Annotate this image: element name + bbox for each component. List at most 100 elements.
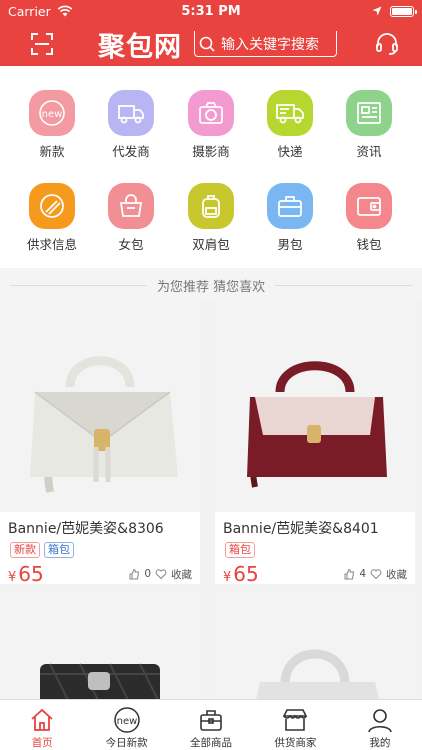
category-grid: new 新款 代发商 摄影商 快递 资讯 供求信息 女包 双肩包 男包 钱包 bbox=[0, 66, 422, 268]
heart-icon[interactable] bbox=[155, 568, 167, 580]
category-label: 钱包 bbox=[356, 237, 382, 252]
svg-text:new: new bbox=[116, 716, 137, 727]
search-icon bbox=[199, 36, 215, 52]
category-backpacks[interactable]: 双肩包 bbox=[176, 183, 246, 253]
like-count: 4 bbox=[359, 568, 366, 580]
carrier-label: Carrier bbox=[8, 3, 51, 19]
favorite-label[interactable]: 收藏 bbox=[386, 567, 407, 582]
product-card[interactable] bbox=[0, 592, 200, 699]
headset-icon bbox=[376, 33, 398, 55]
delivery-truck-icon bbox=[267, 90, 313, 136]
search-placeholder: 输入关键字搜索 bbox=[221, 36, 319, 53]
category-label: 摄影商 bbox=[192, 144, 230, 159]
tab-suppliers[interactable]: 供货商家 bbox=[253, 700, 337, 750]
product-tag: 新款 bbox=[10, 542, 40, 558]
divider bbox=[275, 284, 413, 286]
tab-profile[interactable]: 我的 bbox=[338, 700, 422, 750]
category-express[interactable]: 快递 bbox=[255, 90, 325, 160]
category-dropshipper[interactable]: 代发商 bbox=[96, 90, 166, 160]
like-count: 0 bbox=[144, 568, 151, 580]
category-label: 男包 bbox=[277, 237, 303, 252]
tab-label: 全部商品 bbox=[190, 737, 233, 749]
product-footer: ¥65 0 收藏 bbox=[0, 562, 200, 584]
wallet-icon bbox=[346, 183, 392, 229]
camera-icon bbox=[188, 90, 234, 136]
user-icon bbox=[368, 709, 392, 733]
tab-all-products[interactable]: 全部商品 bbox=[169, 700, 253, 750]
product-meta: 4 收藏 bbox=[343, 567, 407, 582]
briefcase-icon bbox=[267, 183, 313, 229]
category-women-bags[interactable]: 女包 bbox=[96, 183, 166, 253]
product-tag: 箱包 bbox=[44, 542, 74, 558]
heart-icon[interactable] bbox=[370, 568, 382, 580]
product-price: ¥65 bbox=[223, 562, 259, 584]
location-arrow-icon bbox=[372, 6, 382, 16]
product-tags: 箱包 bbox=[215, 542, 415, 558]
tab-label: 我的 bbox=[369, 737, 391, 749]
nav-bar: 聚包网 输入关键字搜索 bbox=[0, 22, 422, 66]
currency-symbol: ¥ bbox=[8, 570, 17, 584]
search-input[interactable]: 输入关键字搜索 bbox=[194, 31, 337, 57]
backpack-icon bbox=[188, 183, 234, 229]
pencil-icon bbox=[29, 183, 75, 229]
price-value: 65 bbox=[18, 562, 44, 584]
tab-label: 今日新款 bbox=[105, 737, 148, 749]
tab-home[interactable]: 首页 bbox=[0, 700, 84, 750]
svg-text:new: new bbox=[42, 109, 63, 120]
scan-icon bbox=[31, 33, 53, 55]
scan-button[interactable] bbox=[26, 28, 58, 60]
thumbs-up-icon[interactable] bbox=[128, 568, 140, 580]
wifi-icon bbox=[57, 5, 73, 17]
tab-label: 首页 bbox=[31, 737, 53, 749]
product-price: ¥65 bbox=[8, 562, 44, 584]
product-footer: ¥65 4 收藏 bbox=[215, 562, 415, 584]
product-image bbox=[0, 592, 200, 699]
category-men-bags[interactable]: 男包 bbox=[255, 183, 325, 253]
category-label: 供求信息 bbox=[26, 237, 77, 252]
recommend-section-header: 为您推荐 猜您喜欢 bbox=[0, 268, 422, 302]
truck-icon bbox=[108, 90, 154, 136]
box-icon bbox=[200, 710, 222, 731]
home-icon bbox=[31, 708, 53, 731]
product-card[interactable] bbox=[215, 592, 415, 699]
category-label: 双肩包 bbox=[192, 237, 230, 252]
product-image bbox=[0, 302, 200, 512]
product-tags: 新款 箱包 bbox=[0, 542, 200, 558]
new-badge-icon: new bbox=[113, 707, 140, 733]
product-card[interactable]: Bannie/芭妮美姿&8401 箱包 ¥65 4 收藏 bbox=[215, 302, 415, 584]
product-image bbox=[215, 592, 415, 699]
tab-new-arrivals[interactable]: new 今日新款 bbox=[84, 700, 168, 750]
status-right bbox=[264, 5, 417, 17]
battery-icon bbox=[390, 5, 417, 17]
store-icon bbox=[283, 709, 308, 731]
category-photographer[interactable]: 摄影商 bbox=[176, 90, 246, 160]
status-bar: Carrier 5:31 PM bbox=[0, 0, 422, 22]
status-time: 5:31 PM bbox=[181, 3, 241, 19]
category-supply-demand[interactable]: 供求信息 bbox=[17, 183, 87, 253]
product-title: Bannie/芭妮美姿&8306 bbox=[8, 521, 164, 537]
product-image bbox=[215, 302, 415, 512]
handbag-icon bbox=[108, 183, 154, 229]
category-label: 女包 bbox=[118, 237, 144, 252]
category-news[interactable]: 资讯 bbox=[334, 90, 404, 160]
category-label: 新款 bbox=[39, 144, 65, 159]
price-value: 65 bbox=[233, 562, 259, 584]
customer-service-button[interactable] bbox=[372, 29, 402, 59]
category-new[interactable]: new 新款 bbox=[17, 90, 87, 160]
currency-symbol: ¥ bbox=[223, 570, 232, 584]
category-label: 资讯 bbox=[356, 144, 382, 159]
category-label: 代发商 bbox=[112, 144, 150, 159]
product-card[interactable]: Bannie/芭妮美姿&8306 新款 箱包 ¥65 0 收藏 bbox=[0, 302, 200, 584]
tab-label: 供货商家 bbox=[274, 737, 317, 749]
tab-bar: 首页 new 今日新款 全部商品 供货商家 我的 bbox=[0, 699, 422, 750]
app-header: Carrier 5:31 PM 聚包网 输入关键字搜索 bbox=[0, 0, 422, 66]
thumbs-up-icon[interactable] bbox=[343, 568, 355, 580]
product-title: Bannie/芭妮美姿&8401 bbox=[223, 521, 379, 537]
newspaper-icon bbox=[346, 90, 392, 136]
divider bbox=[10, 284, 147, 286]
favorite-label[interactable]: 收藏 bbox=[171, 567, 192, 582]
category-wallets[interactable]: 钱包 bbox=[334, 183, 404, 253]
category-label: 快递 bbox=[277, 144, 303, 159]
product-tag: 箱包 bbox=[225, 542, 255, 558]
product-meta: 0 收藏 bbox=[128, 567, 192, 582]
